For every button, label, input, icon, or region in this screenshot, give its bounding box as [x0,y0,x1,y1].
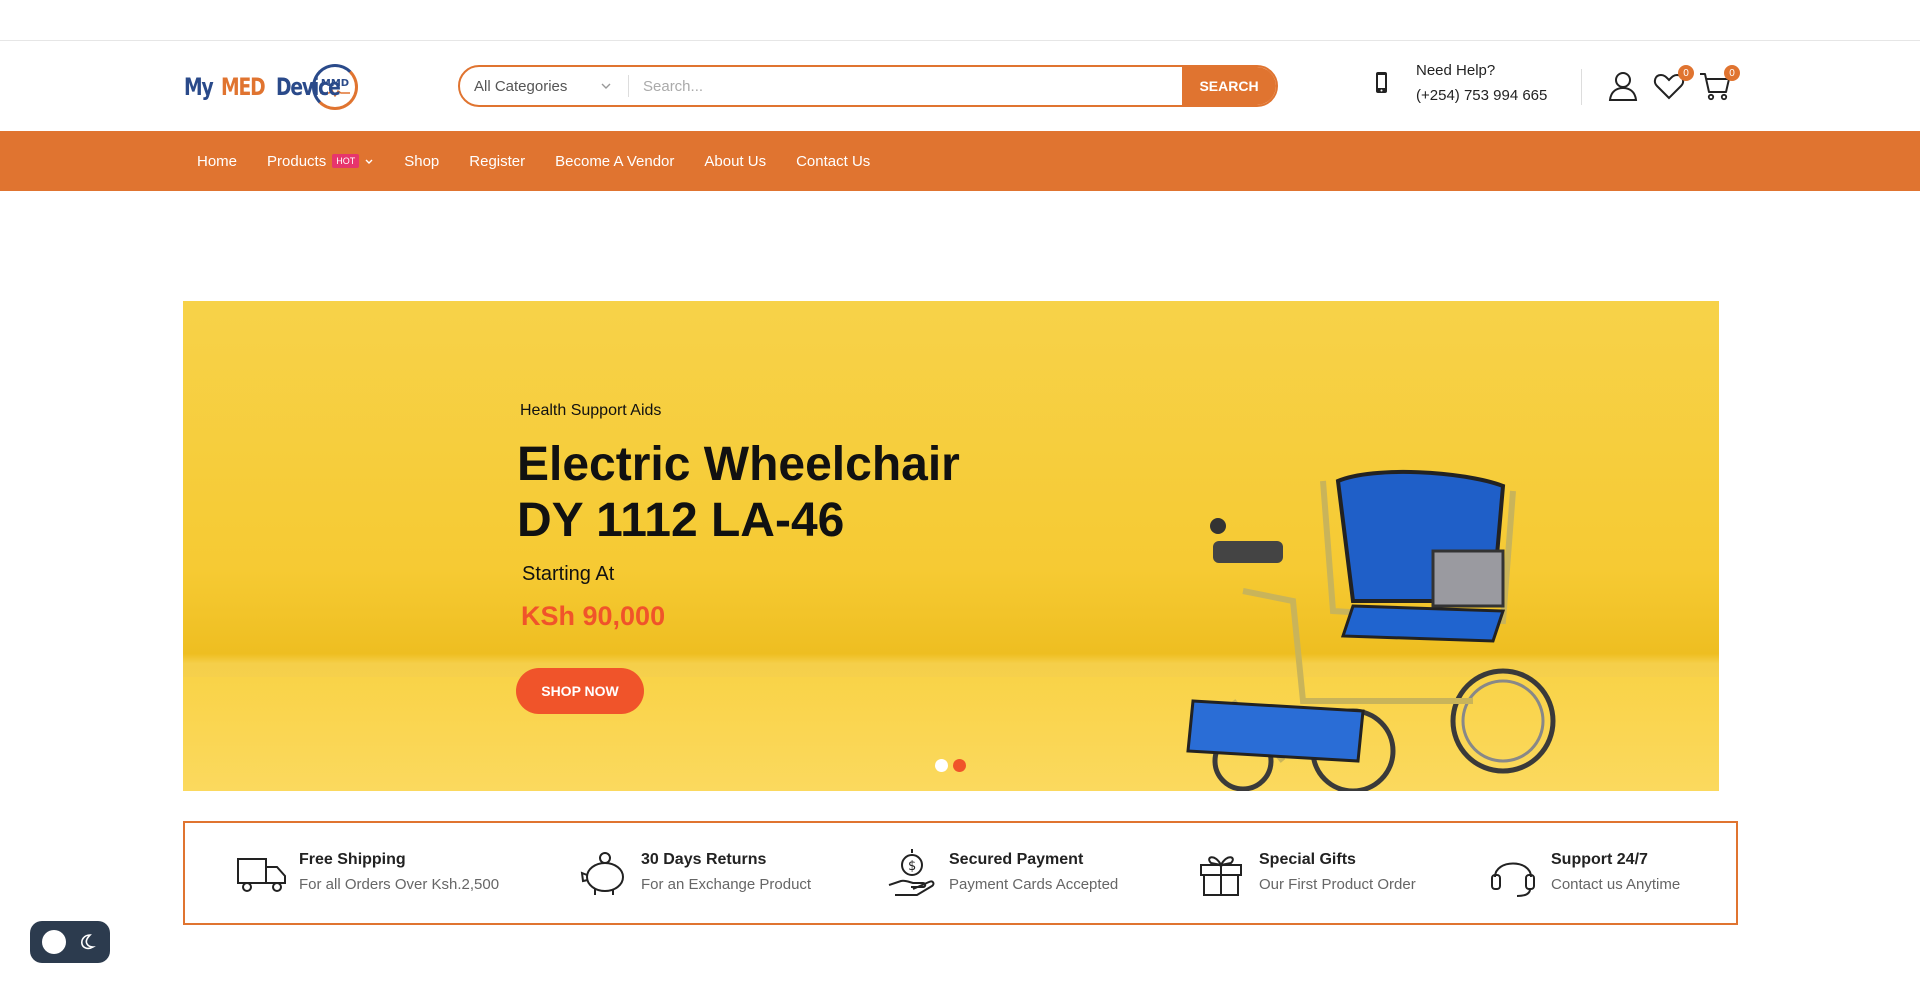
nav-item-label: Contact Us [796,152,871,170]
theme-toggle[interactable] [30,921,110,963]
slider-dot-2[interactable] [953,759,966,772]
nav-item-label: Shop [404,152,440,170]
nav-item-shop[interactable]: Shop [404,153,439,170]
feature-desc: For all Orders Over Ksh.2,500 [299,876,500,893]
gift-icon [1200,856,1242,896]
svg-text:$: $ [908,859,916,874]
header-divider [1581,69,1582,105]
hero-subtitle: Health Support Aids [520,402,662,419]
toggle-knob [42,930,66,954]
feature-desc: Payment Cards Accepted [949,876,1119,893]
account-button[interactable] [1606,69,1640,103]
headset-icon [1491,862,1535,897]
hero-starting-label: Starting At [522,563,615,585]
search-bar: All Categories SEARCH [458,65,1278,107]
feature-title: 30 Days Returns [641,851,767,868]
nav-item-about[interactable]: About Us [704,153,766,170]
shop-now-button[interactable]: SHOP NOW [516,668,644,714]
slider-dots [935,759,971,772]
help-contact: Need Help? (+254) 753 994 665 [1368,61,1547,107]
truck-icon [237,858,286,892]
feature-item: Special Gifts Our First Product Order [1195,849,1416,899]
hero-title-line1: Electric Wheelchair [517,438,960,491]
nav-item-label: Register [469,152,526,170]
features-bar: Free Shipping For all Orders Over Ksh.2,… [183,821,1738,925]
nav-item-label: About Us [704,152,767,170]
hero-title: Electric Wheelchair DY 1112 LA-46 [517,437,960,549]
feature-title: Free Shipping [299,851,406,868]
category-select-value: All Categories [474,77,568,95]
help-title: Need Help? [1416,62,1496,79]
logo-wordmark: My MED Device [184,73,341,101]
feature-item: $ Secured Payment Payment Cards Accepted [885,849,1118,899]
hot-badge: HOT [332,154,360,168]
nav-item-contact[interactable]: Contact Us [796,153,870,170]
nav-item-label: Home [197,152,238,170]
wheelchair-image [1186,469,1556,791]
piggy-bank-icon [580,852,624,895]
site-logo[interactable]: My MED Device MMD [184,63,358,111]
logo-word-device: Device [276,73,341,101]
nav-item-products[interactable]: Products HOT [267,153,374,170]
feature-desc: Contact us Anytime [1551,876,1681,893]
help-phone[interactable]: (+254) 753 994 665 [1416,85,1547,107]
phone-icon [1376,72,1387,93]
chevron-down-icon [601,83,611,89]
nav-item-label: Become A Vendor [555,152,675,170]
feature-item: 30 Days Returns For an Exchange Product [577,849,811,899]
logo-word-my: My [184,73,214,101]
feature-title: Secured Payment [949,851,1084,868]
feature-desc: Our First Product Order [1259,876,1416,893]
logo-word-med: MED [220,73,266,101]
nav-item-home[interactable]: Home [197,153,237,170]
hero-title-line2: DY 1112 LA-46 [517,494,845,547]
wishlist-count-badge: 0 [1678,65,1694,81]
main-nav: Home Products HOT Shop Register Become A… [0,131,1920,191]
user-icon [1608,72,1638,101]
nav-item-label: Products [267,152,327,170]
top-strip [0,0,1920,41]
hero-slider: Health Support Aids Electric Wheelchair … [183,301,1719,791]
cart-button[interactable]: 0 [1698,65,1740,103]
wishlist-button[interactable]: 0 [1652,65,1694,103]
feature-item: Free Shipping For all Orders Over Ksh.2,… [235,849,499,899]
site-header: MyMEDDevice MMD All Categories SEARCH Ne… [0,41,1920,131]
payment-hand-icon: $ [888,849,935,896]
feature-desc: For an Exchange Product [641,876,812,893]
search-input[interactable] [629,67,1182,105]
feature-title: Support 24/7 [1551,851,1648,868]
category-select[interactable]: All Categories [460,67,628,105]
feature-item: Support 24/7 Contact us Anytime [1487,849,1680,899]
moon-icon [81,934,96,950]
slider-dot-1[interactable] [935,759,948,772]
search-button[interactable]: SEARCH [1182,67,1276,105]
nav-item-register[interactable]: Register [469,153,525,170]
feature-title: Special Gifts [1259,851,1356,868]
chevron-down-icon [365,159,373,164]
cart-count-badge: 0 [1724,65,1740,81]
nav-item-become-vendor[interactable]: Become A Vendor [555,153,674,170]
hero-price: KSh 90,000 [521,601,666,631]
